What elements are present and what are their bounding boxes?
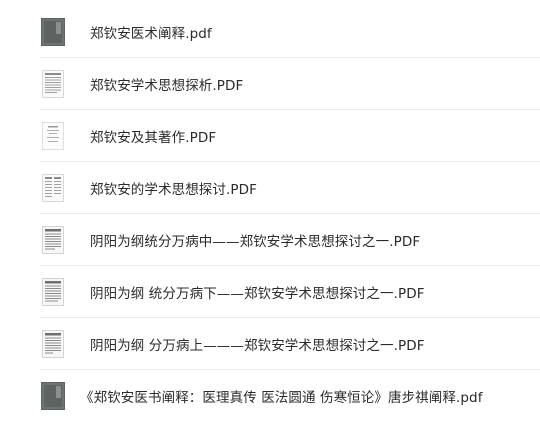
file-item-4[interactable]: 郑钦安的学术思想探讨.PDF [40,162,540,214]
book-cover-thumbnail-icon [40,17,66,46]
file-item-8[interactable]: 《郑钦安医书阐释：医理真传 医法圆通 伤寒恒论》唐步祺阐释.pdf [40,370,540,422]
text-page-thumbnail-icon [40,277,66,306]
file-name: 郑钦安的学术思想探讨.PDF [90,181,257,198]
file-item-6[interactable]: 阴阳为纲 统分万病下——郑钦安学术思想探讨之一.PDF [40,266,540,318]
book-cover-thumbnail-icon [40,382,66,410]
text-page-thumbnail-icon [40,329,66,358]
file-name: 郑钦安医术阐释.pdf [90,25,212,42]
file-item-3[interactable]: 郑钦安及其著作.PDF [40,110,540,162]
text-page-thumbnail-icon [40,225,66,254]
text-page-thumbnail-icon [40,173,66,202]
file-item-5[interactable]: 阴阳为纲统分万病中——郑钦安学术思想探讨之一.PDF [40,214,540,266]
file-name: 郑钦安及其著作.PDF [90,129,217,146]
file-name: 《郑钦安医书阐释：医理真传 医法圆通 伤寒恒论》唐步祺阐释.pdf [80,390,483,406]
file-name: 阴阳为纲统分万病中——郑钦安学术思想探讨之一.PDF [90,233,421,250]
file-item-1[interactable]: 郑钦安医术阐释.pdf [40,6,540,58]
text-page-thumbnail-icon [40,69,66,98]
file-name: 郑钦安学术思想探析.PDF [90,77,244,94]
file-name: 阴阳为纲 统分万病下——郑钦安学术思想探讨之一.PDF [90,285,425,302]
file-item-2[interactable]: 郑钦安学术思想探析.PDF [40,58,540,110]
file-list: 郑钦安医术阐释.pdf 郑钦安学术思想探析.PDF 郑钦安及其著作.PDF 郑钦… [0,0,540,437]
text-page-thumbnail-icon [40,121,66,150]
file-item-7[interactable]: 阴阳为纲 分万病上———郑钦安学术思想探讨之一.PDF [40,318,540,370]
file-name: 阴阳为纲 分万病上———郑钦安学术思想探讨之一.PDF [90,337,425,354]
